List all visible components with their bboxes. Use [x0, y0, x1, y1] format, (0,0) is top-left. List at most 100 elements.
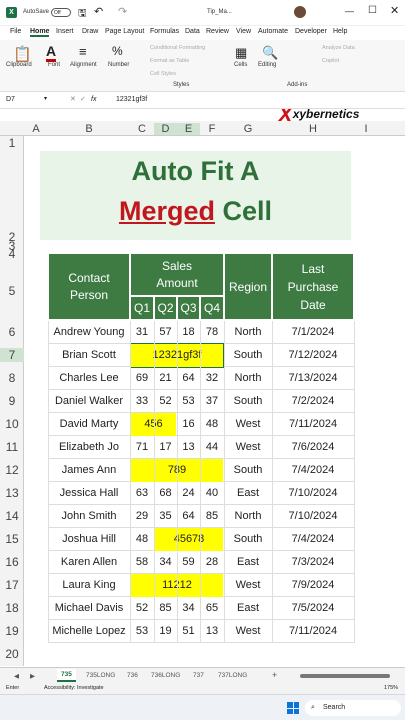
cell-region[interactable]: North	[224, 367, 272, 390]
cell-contact-person[interactable]: Karen Allen	[48, 551, 130, 574]
row-header[interactable]: 13	[0, 486, 24, 500]
col-header[interactable]: B	[48, 123, 130, 135]
cell-date[interactable]: 7/12/2024	[272, 344, 354, 367]
row-header[interactable]: 17	[0, 578, 24, 592]
sheet-tab[interactable]: 736	[127, 672, 138, 679]
cancel-icon[interactable]: ✕	[70, 95, 76, 103]
cell-date[interactable]: 7/3/2024	[272, 551, 354, 574]
row-header[interactable]: 7	[0, 348, 24, 362]
row-header[interactable]: 8	[0, 371, 24, 385]
row-header[interactable]: 11	[0, 440, 24, 454]
row-header[interactable]: 12	[0, 463, 24, 477]
number-label[interactable]: Number	[108, 62, 129, 68]
sheet-tab[interactable]: 737LONG	[218, 672, 247, 679]
cell-q2[interactable]: 68	[154, 482, 177, 505]
menu-insert[interactable]: Insert	[56, 28, 74, 35]
alignment-label[interactable]: Alignment	[70, 62, 97, 68]
cell-date[interactable]: 7/11/2024	[272, 413, 354, 436]
cell-q3[interactable]: 51	[177, 620, 200, 643]
col-header[interactable]: F	[200, 123, 224, 135]
col-header[interactable]: E	[177, 123, 200, 135]
col-header[interactable]: I	[354, 123, 378, 135]
row-header[interactable]: 5	[0, 284, 24, 298]
row-header[interactable]: 20	[0, 647, 24, 661]
conditional-formatting[interactable]: Conditional Formatting	[150, 45, 205, 51]
cell-q3[interactable]: 24	[177, 482, 200, 505]
cells-label[interactable]: Cells	[234, 62, 247, 68]
menu-data[interactable]: Data	[185, 28, 200, 35]
cell-q4[interactable]: 37	[200, 390, 224, 413]
cell-region[interactable]: North	[224, 321, 272, 344]
avatar[interactable]	[294, 6, 306, 18]
cell-contact-person[interactable]: John Smith	[48, 505, 130, 528]
cell-contact-person[interactable]: David Marty	[48, 413, 130, 436]
cell-region[interactable]: North	[224, 505, 272, 528]
cell-date[interactable]: 7/4/2024	[272, 459, 354, 482]
cell-q1[interactable]: 29	[130, 505, 154, 528]
cell-region[interactable]: South	[224, 344, 272, 367]
cell-q4[interactable]: 32	[200, 367, 224, 390]
tab-nav-left-icon[interactable]: ◀	[14, 672, 19, 680]
cell-contact-person[interactable]: James Ann	[48, 459, 130, 482]
col-header[interactable]: A	[24, 123, 48, 135]
cell-q4[interactable]: 44	[200, 436, 224, 459]
cell-region[interactable]: East	[224, 551, 272, 574]
row-header[interactable]: 6	[0, 325, 24, 339]
cell-contact-person[interactable]: Laura King	[48, 574, 130, 597]
cell-q1[interactable]: 48	[130, 528, 154, 551]
cell-q1[interactable]: 53	[130, 620, 154, 643]
cell-merged-sales[interactable]: 45678	[155, 528, 223, 551]
cell-region[interactable]: South	[224, 459, 272, 482]
cell-region[interactable]: South	[224, 390, 272, 413]
cell-q3[interactable]: 59	[177, 551, 200, 574]
font-label[interactable]: Font	[48, 62, 60, 68]
menu-formulas[interactable]: Formulas	[150, 28, 179, 35]
clipboard-label[interactable]: Clipboard	[6, 62, 32, 68]
sheet-tab[interactable]: 735LONG	[86, 672, 115, 679]
cell-q2[interactable]: 85	[154, 597, 177, 620]
cell-q4[interactable]: 13	[200, 620, 224, 643]
cell-q4[interactable]: 40	[200, 482, 224, 505]
sheet-tab[interactable]: 736LONG	[151, 672, 180, 679]
maximize-icon[interactable]: ☐	[368, 5, 377, 16]
cell-q3[interactable]: 18	[177, 321, 200, 344]
cell-q3[interactable]: 53	[177, 390, 200, 413]
format-as-table[interactable]: Format as Table	[150, 58, 189, 64]
accessibility-status[interactable]: Accessibility: Investigate	[44, 685, 104, 691]
fx-icon[interactable]: fx	[91, 96, 96, 103]
windows-start-icon[interactable]	[287, 702, 299, 714]
redo-icon[interactable]: ↷	[118, 5, 127, 18]
cell-contact-person[interactable]: Charles Lee	[48, 367, 130, 390]
cell-q2[interactable]: 21	[154, 367, 177, 390]
cell-q4[interactable]: 65	[200, 597, 224, 620]
cell-q4[interactable]: 85	[200, 505, 224, 528]
col-header[interactable]: D	[154, 123, 177, 135]
cell-q3[interactable]: 16	[177, 413, 200, 436]
cell-region[interactable]: East	[224, 597, 272, 620]
sheet-tab[interactable]: 737	[193, 672, 204, 679]
menu-automate[interactable]: Automate	[258, 28, 288, 35]
cell-contact-person[interactable]: Elizabeth Jo	[48, 436, 130, 459]
enter-icon[interactable]: ✓	[80, 95, 86, 103]
cell-q1[interactable]: 58	[130, 551, 154, 574]
add-sheet-icon[interactable]: +	[272, 670, 277, 680]
font-icon[interactable]: A	[46, 43, 57, 62]
cell-q2[interactable]: 52	[154, 390, 177, 413]
cell-date[interactable]: 7/4/2024	[272, 528, 354, 551]
tab-nav-right-icon[interactable]: ▶	[30, 672, 35, 680]
cell-date[interactable]: 7/1/2024	[272, 321, 354, 344]
cell-date[interactable]: 7/10/2024	[272, 505, 354, 528]
chevron-down-icon[interactable]: ▾	[44, 95, 47, 102]
menu-home[interactable]: Home	[30, 28, 50, 37]
cell-region[interactable]: East	[224, 482, 272, 505]
alignment-icon[interactable]: ≡	[79, 44, 87, 59]
cell-contact-person[interactable]: Daniel Walker	[48, 390, 130, 413]
cell-q1[interactable]: 52	[130, 597, 154, 620]
menu-page-layout[interactable]: Page Layout	[105, 28, 144, 35]
cell-q3[interactable]: 34	[177, 597, 200, 620]
cell-q4[interactable]: 78	[200, 321, 224, 344]
row-header[interactable]: 14	[0, 509, 24, 523]
analyze-data[interactable]: Analyze Data	[322, 45, 355, 51]
minimize-icon[interactable]: —	[345, 6, 354, 16]
cell-q1[interactable]: 31	[130, 321, 154, 344]
